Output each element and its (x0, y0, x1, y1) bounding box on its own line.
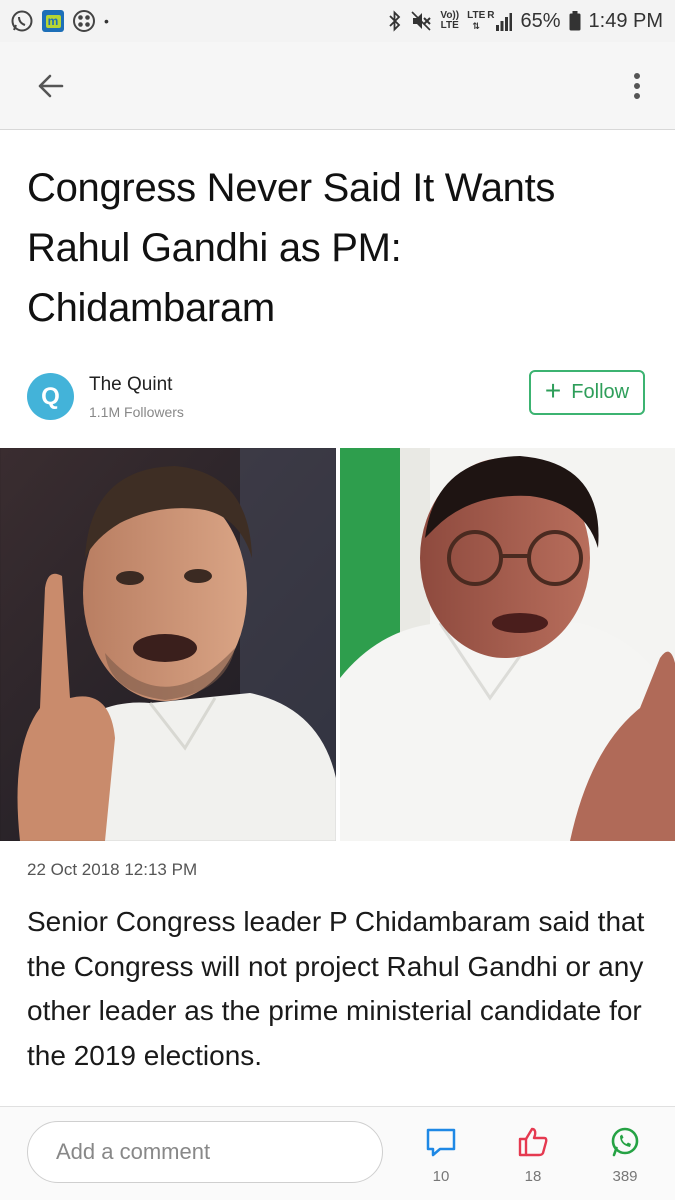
publisher-logo[interactable]: Q (27, 373, 74, 420)
mute-icon (410, 10, 432, 32)
roaming-label: R (487, 10, 495, 21)
battery-icon (569, 11, 581, 31)
publisher-followers: 1.1M Followers (89, 404, 184, 420)
comment-count: 10 (432, 1168, 450, 1185)
lte-signal-icon: LTE ⇅ R (467, 10, 513, 31)
status-bar-left: m • (10, 9, 109, 33)
volte-bottom-label: LTE (440, 20, 459, 31)
bluetooth-icon (388, 10, 402, 32)
more-vertical-icon (634, 73, 640, 99)
comment-input[interactable] (27, 1121, 383, 1183)
chidambaram-photo[interactable] (340, 448, 675, 841)
publisher-row: Q The Quint 1.1M Followers + Follow (27, 370, 647, 422)
status-bar: m • Vo)) LTE LTE ⇅ R 65% 1:49 PM (0, 0, 675, 42)
m-app-icon: m (42, 10, 64, 32)
back-button[interactable] (30, 66, 70, 106)
whatsapp-icon (10, 9, 34, 33)
article-headline: Congress Never Said It Wants Rahul Gandh… (27, 166, 556, 330)
notification-dot-icon: • (104, 13, 109, 29)
status-bar-right: Vo)) LTE LTE ⇅ R 65% 1:49 PM (388, 10, 663, 33)
whatsapp-share-count: 389 (612, 1168, 638, 1185)
article-summary: Senior Congress leader P Chidambaram sai… (27, 906, 645, 1071)
plus-icon: + (544, 375, 562, 406)
app-bar (0, 42, 675, 130)
follow-button[interactable]: + Follow (529, 370, 645, 415)
arrow-left-icon (38, 74, 64, 98)
clock: 1:49 PM (588, 9, 663, 32)
comment-icon (426, 1128, 456, 1157)
lte-label: LTE (467, 10, 486, 21)
rahul-gandhi-photo[interactable] (0, 448, 336, 841)
like-button[interactable]: 18 (503, 1125, 563, 1193)
publisher-name[interactable]: The Quint (89, 374, 172, 396)
grid-app-icon (72, 9, 96, 33)
more-options-button[interactable] (621, 66, 653, 106)
volte-icon: Vo)) LTE (440, 11, 459, 31)
signal-bars-icon (496, 13, 513, 31)
article-timestamp: 22 Oct 2018 12:13 PM (27, 860, 198, 879)
whatsapp-share-button[interactable]: 389 (595, 1125, 655, 1193)
comment-button[interactable]: 10 (411, 1125, 471, 1193)
bottom-bar: 10 18 389 (0, 1106, 675, 1200)
m-app-letter: m (45, 14, 61, 28)
like-count: 18 (524, 1168, 542, 1185)
whatsapp-share-icon (611, 1127, 639, 1157)
battery-percent: 65% (520, 9, 561, 32)
follow-button-label: Follow (571, 381, 630, 403)
like-icon (518, 1127, 548, 1157)
